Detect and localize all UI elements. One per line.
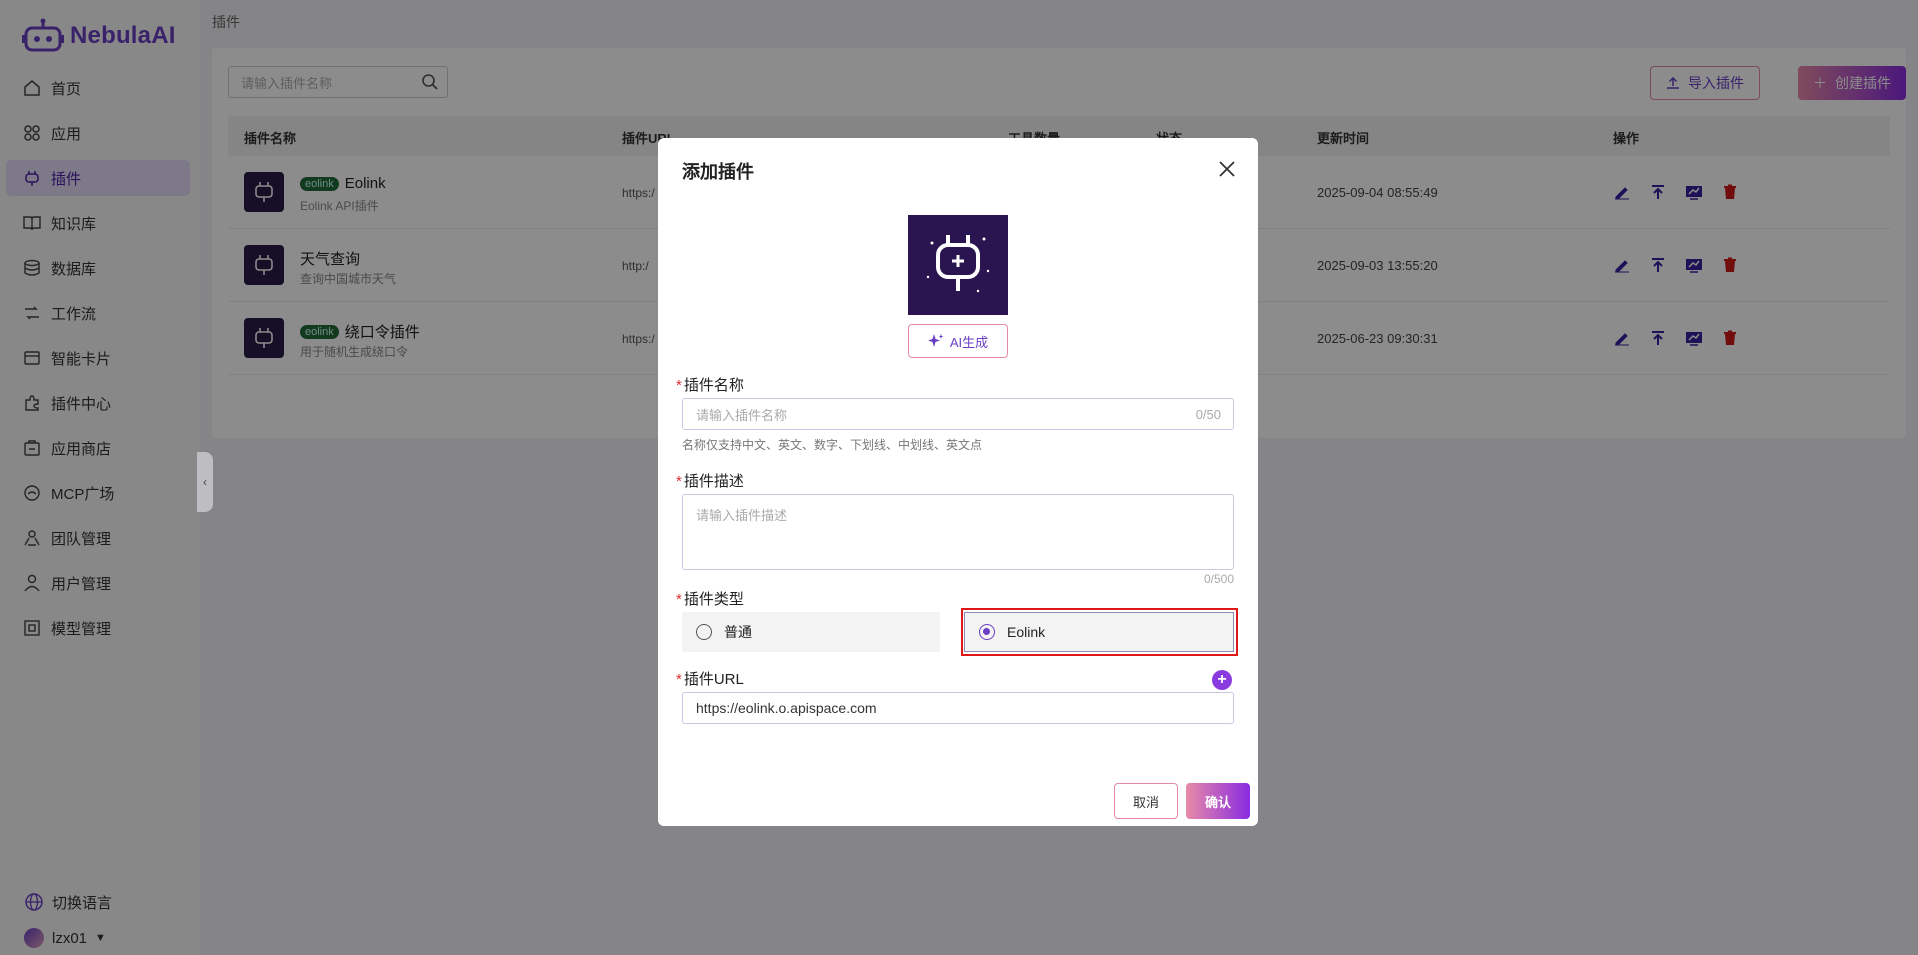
type-normal-radio[interactable]: 普通	[682, 612, 940, 652]
plugin-url-label: * 插件URL	[676, 671, 744, 688]
sparkle-icon	[927, 334, 944, 347]
plugin-avatar-upload[interactable]	[908, 215, 1008, 315]
chevron-left-icon: ‹	[203, 475, 207, 489]
confirm-button[interactable]: 确认	[1186, 783, 1250, 819]
cancel-button[interactable]: 取消	[1114, 783, 1178, 819]
plug-icon	[926, 235, 990, 293]
type-normal-label: 普通	[724, 624, 752, 640]
name-counter: 0/50	[1195, 406, 1221, 422]
plus-icon: +	[1217, 671, 1227, 688]
add-plugin-dialog: 添加插件 AI生成 * 插件名称 请输入插件名称 0/50 名称仅支持中文、英文、…	[658, 138, 1258, 826]
url-value: https://eolink.o.apispace.com	[696, 700, 877, 716]
name-placeholder: 请输入插件名称	[696, 407, 788, 423]
plugin-name-input[interactable]: 请输入插件名称 0/50	[682, 398, 1234, 430]
radio-unchecked-icon	[696, 624, 712, 640]
plugin-type-label: * 插件类型	[676, 591, 744, 608]
sidebar-collapse-button[interactable]: ‹	[197, 452, 213, 512]
name-hint: 名称仅支持中文、英文、数字、下划线、中划线、英文点	[682, 438, 983, 452]
ai-generate-label: AI生成	[949, 334, 989, 350]
highlight-box	[961, 608, 1238, 656]
plugin-desc-textarea[interactable]: 请输入插件描述	[682, 494, 1234, 570]
plugin-name-label: * 插件名称	[676, 377, 744, 394]
plugin-desc-label: * 插件描述	[676, 473, 744, 490]
plugin-url-input[interactable]: https://eolink.o.apispace.com	[682, 692, 1234, 724]
close-icon[interactable]	[1218, 160, 1236, 178]
add-url-button[interactable]: +	[1212, 670, 1232, 690]
desc-placeholder: 请输入插件描述	[696, 508, 788, 523]
dialog-title: 添加插件	[682, 162, 754, 182]
desc-counter: 0/500	[1203, 572, 1234, 586]
ai-generate-button[interactable]: AI生成	[908, 324, 1008, 358]
